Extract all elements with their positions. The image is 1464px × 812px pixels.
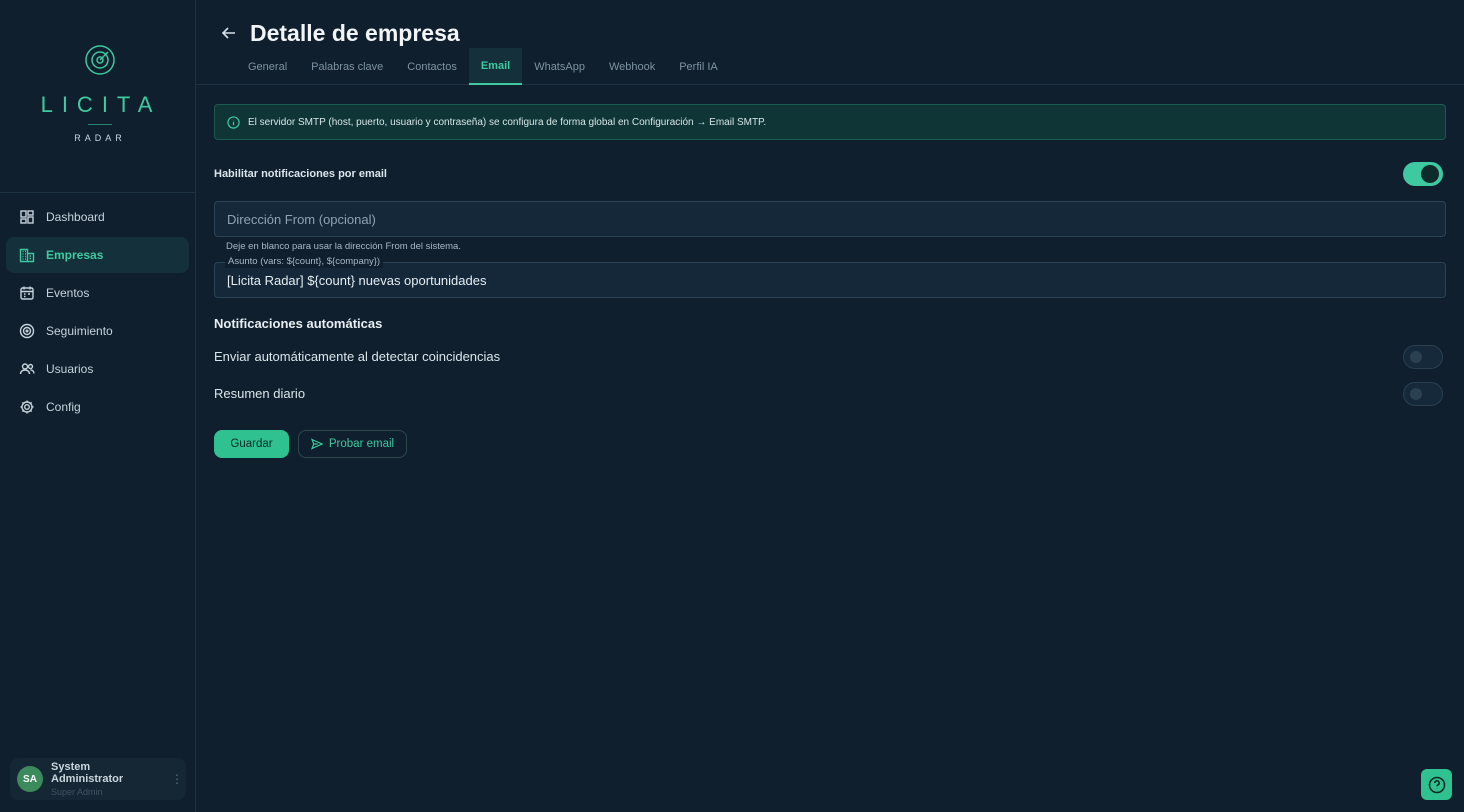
enable-email-label: Habilitar notificaciones por email (214, 168, 387, 180)
tab-contactos[interactable]: Contactos (395, 48, 469, 85)
sidebar-nav: Dashboard Empresas Eventos Seguimiento U… (6, 199, 189, 427)
avatar: SA (17, 766, 43, 792)
send-icon (310, 438, 323, 450)
daily-summary-toggle[interactable] (1403, 382, 1443, 406)
subject-field[interactable]: Asunto (vars: ${count}, ${company}) (214, 256, 1446, 298)
help-icon (1428, 776, 1445, 793)
user-role: Super Admin (51, 787, 103, 797)
auto-notifications-title: Notificaciones automáticas (214, 316, 383, 331)
info-banner: El servidor SMTP (host, puerto, usuario … (214, 104, 1446, 140)
help-button[interactable] (1421, 769, 1452, 800)
tab-webhook[interactable]: Webhook (597, 48, 667, 85)
sidebar-item-seguimiento[interactable]: Seguimiento (6, 313, 189, 349)
tab-email[interactable]: Email (468, 48, 523, 85)
subject-input[interactable] (227, 263, 1427, 297)
user-name: System Administrator (51, 761, 124, 785)
building-icon (19, 248, 35, 263)
sidebar: LICITA RADAR Dashboard Empresas Eventos (0, 0, 196, 812)
sidebar-item-label: Seguimiento (46, 324, 113, 338)
tab-general[interactable]: General (236, 48, 299, 85)
sidebar-item-eventos[interactable]: Eventos (6, 275, 189, 311)
sidebar-item-usuarios[interactable]: Usuarios (6, 351, 189, 387)
sidebar-item-label: Config (46, 400, 81, 414)
tab-palabras-clave[interactable]: Palabras clave (299, 48, 395, 85)
auto-send-toggle[interactable] (1403, 345, 1443, 369)
daily-summary-label: Resumen diario (214, 386, 306, 401)
sidebar-item-empresas[interactable]: Empresas (6, 237, 189, 273)
auto-send-label: Enviar automáticamente al detectar coinc… (214, 349, 501, 364)
info-text: El servidor SMTP (host, puerto, usuario … (248, 116, 767, 128)
sidebar-item-label: Dashboard (46, 210, 105, 224)
enable-email-toggle[interactable] (1403, 162, 1443, 186)
logo-wordmark: LICITA (40, 92, 162, 117)
from-address-input[interactable] (227, 202, 1427, 236)
sidebar-item-label: Usuarios (46, 362, 94, 376)
radar-icon (19, 323, 35, 339)
tab-bar: General Palabras clave Contactos Email W… (236, 48, 730, 85)
user-card[interactable]: SA System Administrator Super Admin ⋮ (10, 758, 186, 800)
calendar-icon (20, 286, 34, 300)
test-email-button[interactable]: Probar email (298, 430, 407, 458)
sidebar-item-label: Empresas (46, 248, 104, 262)
gear-icon (20, 400, 34, 414)
logo[interactable]: LICITA RADAR (0, 40, 196, 150)
logo-divider (88, 124, 112, 125)
tab-whatsapp[interactable]: WhatsApp (522, 48, 597, 85)
radar-logo-icon (85, 45, 115, 75)
from-helper-text: Deje en blanco para usar la dirección Fr… (226, 241, 461, 252)
save-button[interactable]: Guardar (214, 430, 289, 458)
sidebar-divider (0, 192, 195, 193)
sidebar-item-config[interactable]: Config (6, 389, 189, 425)
from-address-field[interactable] (214, 201, 1446, 237)
page-header: Detalle de empresa General Palabras clav… (196, 0, 1464, 85)
info-icon (227, 115, 240, 129)
dashboard-icon (20, 210, 34, 224)
sidebar-item-label: Eventos (46, 286, 90, 300)
more-vertical-icon[interactable]: ⋮ (171, 772, 183, 786)
sidebar-item-dashboard[interactable]: Dashboard (6, 199, 189, 235)
tab-perfil-ia[interactable]: Perfil IA (667, 48, 730, 85)
arrow-left-icon[interactable] (220, 24, 238, 42)
page-title: Detalle de empresa (250, 20, 460, 46)
test-email-label: Probar email (328, 438, 395, 450)
logo-subtitle: RADAR (74, 133, 126, 143)
users-icon (19, 363, 35, 375)
